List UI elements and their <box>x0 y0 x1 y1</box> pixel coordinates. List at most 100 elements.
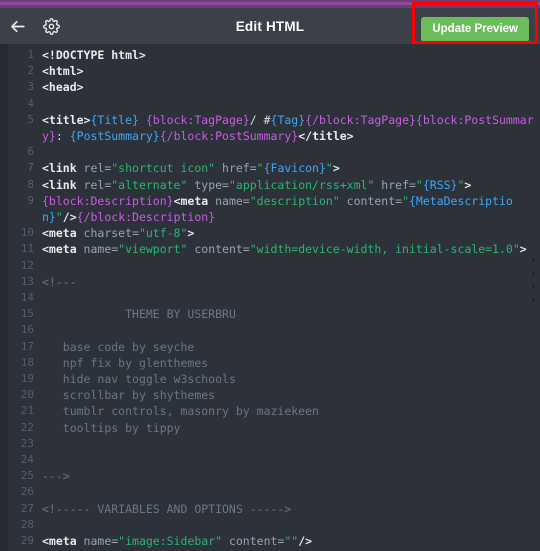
line-content[interactable] <box>42 484 540 500</box>
line-number: 23 <box>20 436 34 450</box>
line-content[interactable]: scrollbar by shythemes <box>42 387 540 403</box>
token-str: " <box>325 161 333 176</box>
line-content[interactable]: <!----- VARIABLES AND OPTIONS -----> <box>42 501 540 517</box>
line-number: 15 <box>20 307 34 321</box>
token-tag: <link <box>42 161 84 176</box>
line-content[interactable]: <head> <box>42 79 540 95</box>
line-content[interactable] <box>42 322 540 338</box>
line-content[interactable]: THEME BY USERBRU <box>42 306 540 322</box>
token-str: " <box>55 210 63 225</box>
back-arrow-icon[interactable] <box>0 8 34 44</box>
code-lines-container[interactable]: 1 <!DOCTYPE html> 2 <html> 3 <head> 4 5 <title>… <box>8 44 540 551</box>
code-line[interactable]: 18 npf fix by glenthemes <box>8 355 540 371</box>
code-line[interactable]: 21 tumblr controls, masonry by maziekeen <box>8 403 540 419</box>
line-number: 5 <box>27 112 34 126</box>
line-content[interactable]: <title>{Title} {block:TagPage}/ #{Tag}{/… <box>42 112 540 144</box>
code-line[interactable]: 29 <meta name="image:Sidebar" content=""/… <box>8 533 540 549</box>
code-line[interactable]: 25 ---> <box>8 468 540 484</box>
code-line[interactable]: 4 <box>8 96 540 112</box>
code-line[interactable]: 16 <box>8 322 540 338</box>
line-number: 9 <box>27 193 34 207</box>
token-cmt: tumblr controls, masonry by maziekeen <box>42 404 319 419</box>
line-content[interactable]: <!--- <box>42 274 540 290</box>
code-editor[interactable]: 1 <!DOCTYPE html> 2 <html> 3 <head> 4 5 <title>… <box>0 44 540 551</box>
code-line[interactable]: 19 hide nav toggle w3schools <box>8 371 540 387</box>
code-line[interactable]: 6 <box>8 144 540 160</box>
line-content[interactable] <box>42 96 540 112</box>
code-line[interactable]: 9 {block:Description}<meta name="descript… <box>8 193 540 225</box>
code-line[interactable]: 23 <box>8 436 540 452</box>
code-line[interactable]: 20 scrollbar by shythemes <box>8 387 540 403</box>
app-header: Edit HTML Update Preview <box>0 8 540 51</box>
code-line[interactable]: 11 <meta name="viewport" content="width=d… <box>8 241 540 257</box>
line-number: 1 <box>27 48 34 61</box>
line-number: 22 <box>20 420 34 434</box>
token-blk: {/block:Description} <box>76 210 216 225</box>
line-content[interactable]: <meta charset="utf-8"> <box>42 225 540 241</box>
code-line[interactable]: 22 tooltips by tippy <box>8 420 540 436</box>
edge-dot <box>532 298 535 301</box>
code-line[interactable]: 14 <box>8 290 540 306</box>
update-preview-button[interactable]: Update Preview <box>421 17 529 42</box>
line-number: 12 <box>20 258 34 272</box>
line-number: 13 <box>20 274 34 288</box>
line-content[interactable] <box>42 517 540 533</box>
line-content[interactable]: ---> <box>42 468 540 484</box>
token-tag: <head> <box>42 80 84 95</box>
line-content[interactable]: tooltips by tippy <box>42 420 540 436</box>
code-line[interactable]: 10 <meta charset="utf-8"> <box>8 225 540 241</box>
token-str: " <box>402 193 409 208</box>
line-content[interactable] <box>42 258 540 274</box>
line-content[interactable]: <link rel="alternate" type="application/… <box>42 177 540 193</box>
token-cmt: <!----- VARIABLES AND OPTIONS -----> <box>42 501 292 516</box>
code-line[interactable]: 13 <!--- <box>8 274 540 290</box>
line-number: 8 <box>27 177 34 191</box>
token-tag: > <box>464 177 472 192</box>
gear-icon[interactable] <box>34 8 68 44</box>
line-number: 16 <box>20 323 34 337</box>
line-content[interactable] <box>42 144 540 160</box>
code-line[interactable]: 8 <link rel="alternate" type="application… <box>8 177 540 193</box>
edge-dot <box>532 259 535 262</box>
line-number: 26 <box>20 485 34 499</box>
token-var: {PostSummary} <box>69 129 160 144</box>
code-line[interactable]: 2 <html> <box>8 63 540 79</box>
line-content[interactable]: <meta name="image:Sidebar" content=""/> <box>42 533 540 549</box>
code-line[interactable]: 17 base code by seyche <box>8 339 540 355</box>
token-tag: <html> <box>42 64 84 79</box>
line-content[interactable]: <!DOCTYPE html> <box>42 47 540 63</box>
edge-drag-dots[interactable] <box>532 259 535 301</box>
line-content[interactable] <box>42 436 540 452</box>
line-content[interactable]: base code by seyche <box>42 339 540 355</box>
code-line[interactable]: 26 <box>8 484 540 500</box>
token-str: "viewport" <box>118 242 188 257</box>
code-line[interactable]: 1 <!DOCTYPE html> <box>8 47 540 63</box>
token-punct <box>139 113 146 127</box>
line-content[interactable]: hide nav toggle w3schools <box>42 371 540 387</box>
token-attr: content= <box>339 193 403 208</box>
token-var: {Title} <box>90 112 139 127</box>
code-line[interactable]: 28 <box>8 517 540 533</box>
token-tag: <meta <box>173 193 216 208</box>
line-content[interactable]: <meta name="viewport" content="width=dev… <box>42 241 540 257</box>
line-content[interactable]: {block:Description}<meta name="descripti… <box>42 193 540 225</box>
line-number: 14 <box>20 291 34 305</box>
code-line[interactable]: 24 <box>8 452 540 468</box>
line-content[interactable]: <link rel="shortcut icon" href="{Favicon… <box>42 160 540 176</box>
code-line[interactable]: 5 <title>{Title} {block:TagPage}/ #{Tag}{… <box>8 112 540 144</box>
token-attr: name= <box>215 193 250 208</box>
token-tag: > <box>519 242 527 257</box>
code-line[interactable]: 3 <head> <box>8 79 540 95</box>
token-attr: rel= <box>83 177 112 192</box>
line-content[interactable] <box>42 290 540 306</box>
token-attr: name= <box>83 534 119 549</box>
line-content[interactable]: tumblr controls, masonry by maziekeen <box>42 403 540 419</box>
line-number: 21 <box>20 404 34 418</box>
code-line[interactable]: 15 THEME BY USERBRU <box>8 306 540 322</box>
code-line[interactable]: 12 <box>8 258 540 274</box>
code-line[interactable]: 27 <!----- VARIABLES AND OPTIONS -----> <box>8 501 540 517</box>
line-content[interactable] <box>42 452 540 468</box>
line-content[interactable]: <html> <box>42 63 540 79</box>
line-content[interactable]: npf fix by glenthemes <box>42 355 540 371</box>
code-line[interactable]: 7 <link rel="shortcut icon" href="{Favico… <box>8 160 540 176</box>
